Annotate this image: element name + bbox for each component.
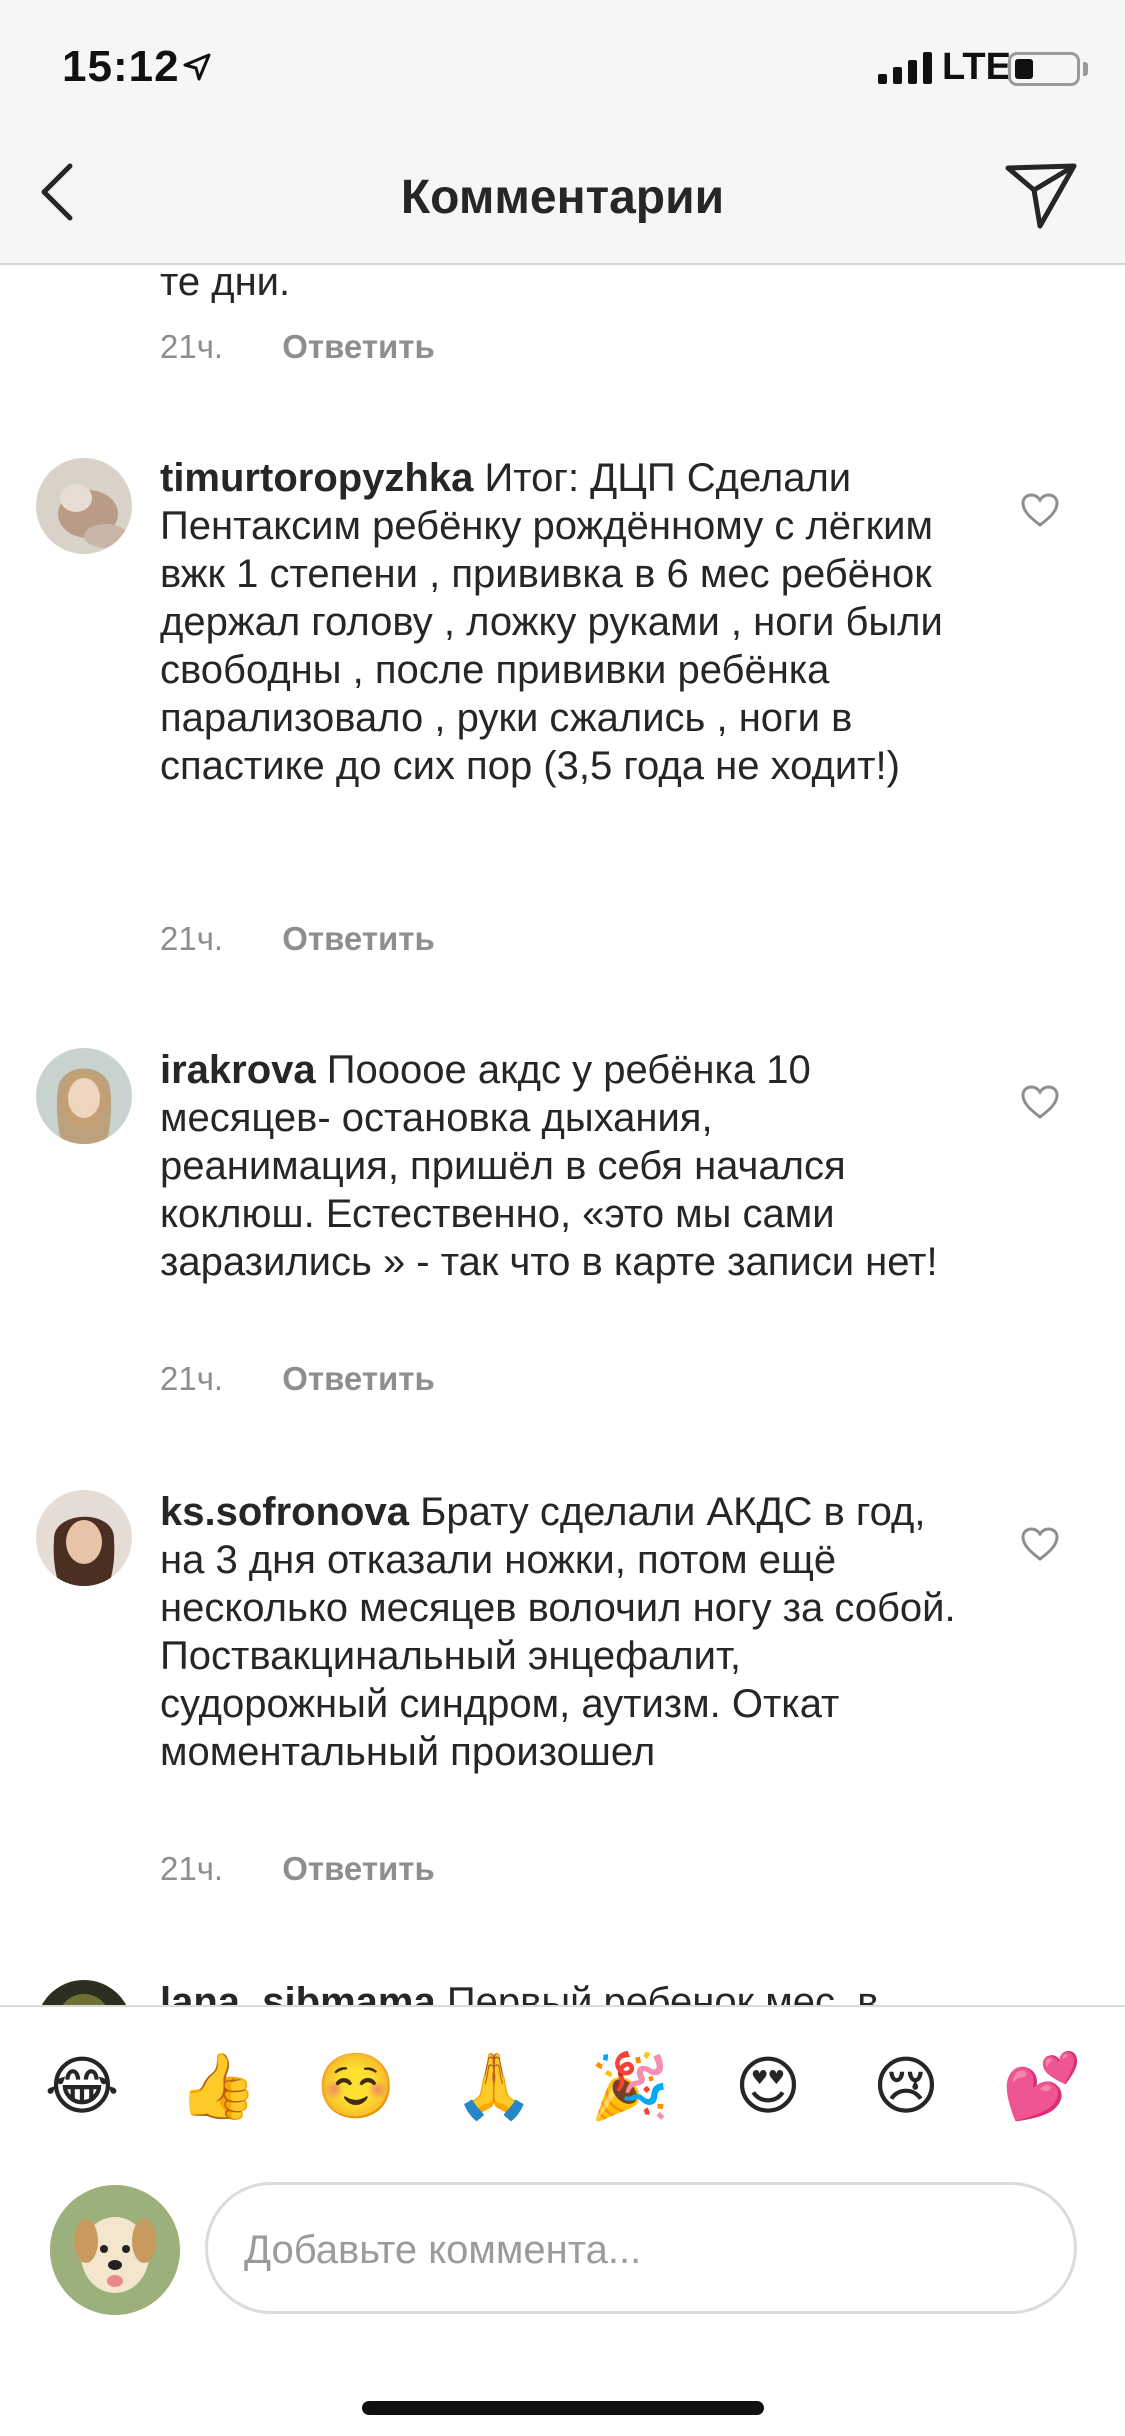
send-direct-icon[interactable] <box>1004 160 1078 230</box>
comment-time: 21ч. <box>160 920 224 957</box>
reply-button[interactable]: Ответить <box>282 1360 435 1397</box>
reply-button[interactable]: Ответить <box>282 328 435 365</box>
comment-text: irakrova Поооое акдс у ребёнка 10 месяце… <box>160 1046 960 1286</box>
emoji-two-hearts[interactable]: 💕 <box>1002 2047 1082 2127</box>
my-avatar <box>50 2185 180 2315</box>
emoji-tears-of-joy[interactable]: 😂 <box>42 2047 122 2127</box>
page-title: Комментарии <box>400 171 725 224</box>
comment-username[interactable]: timurtoropyzhka <box>160 456 473 500</box>
avatar[interactable] <box>36 458 132 554</box>
comments-feed[interactable]: те дни. 21ч. Ответить timurtoropyzhka Ит… <box>0 0 1125 2005</box>
comment-meta: 21ч. Ответить <box>160 1850 435 1888</box>
reply-button[interactable]: Ответить <box>282 1850 435 1887</box>
emoji-folded-hands[interactable]: 🙏 <box>454 2047 534 2127</box>
location-arrow-icon <box>183 53 211 81</box>
comment-time: 21ч. <box>160 328 224 365</box>
top-bar: 15:12 LTE Комментарии <box>0 0 1125 265</box>
comment-time: 21ч. <box>160 1850 224 1887</box>
reply-button[interactable]: Ответить <box>282 920 435 957</box>
emoji-crying[interactable]: 😢 <box>866 2047 946 2127</box>
like-heart-icon[interactable] <box>1020 1084 1060 1120</box>
signal-bars-icon <box>878 52 932 84</box>
home-indicator <box>362 2401 764 2415</box>
comment-input[interactable] <box>244 2215 1044 2285</box>
avatar[interactable] <box>36 1048 132 1144</box>
comment-meta: 21ч. Ответить <box>160 1360 435 1398</box>
comment-text: lana_sibmama Первый ребенок мес. в <box>160 1978 960 2005</box>
comment-body: Первый ребенок мес. в <box>446 1980 879 2005</box>
emoji-heart-eyes[interactable]: 😍 <box>728 2047 808 2127</box>
comment-meta: 21ч. Ответить <box>160 920 435 958</box>
comment-body: Итог: ДЦП Сделали Пентаксим ребёнку рожд… <box>160 456 943 788</box>
like-heart-icon[interactable] <box>1020 1526 1060 1562</box>
emoji-party-popper[interactable]: 🎉 <box>590 2047 670 2127</box>
status-time: 15:12 <box>62 42 180 91</box>
emoji-thumbs-up[interactable]: 👍 <box>178 2047 258 2127</box>
battery-icon <box>1008 52 1080 86</box>
comment-meta: 21ч. Ответить <box>160 328 435 366</box>
comment-time: 21ч. <box>160 1360 224 1397</box>
like-heart-icon[interactable] <box>1020 492 1060 528</box>
emoji-smiling[interactable]: ☺️ <box>316 2047 396 2127</box>
network-type: LTE <box>942 46 1011 88</box>
emoji-quick-bar: 😂 👍 ☺️ 🙏 🎉 😍 😢 💕 <box>0 2047 1125 2137</box>
avatar[interactable] <box>36 1490 132 1586</box>
comment-composer: 😂 👍 ☺️ 🙏 🎉 😍 😢 💕 <box>0 2005 1125 2436</box>
comment-text: timurtoropyzhka Итог: ДЦП Сделали Пентак… <box>160 454 960 790</box>
battery-cap <box>1083 62 1088 76</box>
comment-username[interactable]: ks.sofronova <box>160 1490 409 1534</box>
comment-username[interactable]: lana_sibmama <box>160 1980 436 2005</box>
comment-input-wrapper[interactable] <box>205 2182 1077 2314</box>
avatar[interactable] <box>36 1980 132 2005</box>
comment-text: ks.sofronova Брату сделали АКДС в год, н… <box>160 1488 960 1776</box>
comment-username[interactable]: irakrova <box>160 1048 316 1092</box>
comment-text-tail: те дни. <box>160 260 291 304</box>
